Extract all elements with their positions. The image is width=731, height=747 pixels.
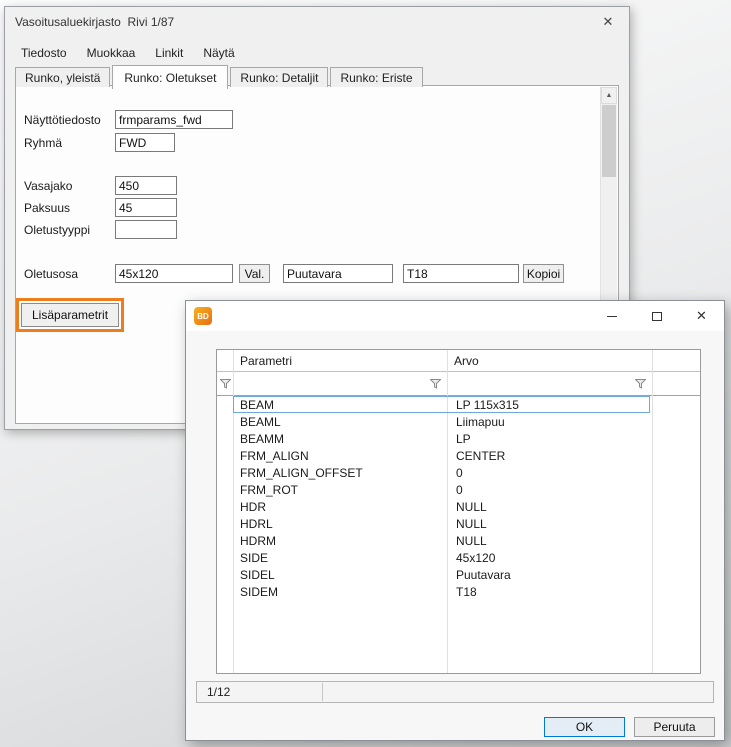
param-window: BD ✕ Parametri Arvo (185, 300, 725, 741)
value-cell: NULL (447, 500, 652, 514)
cancel-button[interactable]: Peruuta (634, 717, 715, 737)
col-header-parametri[interactable]: Parametri (233, 354, 447, 368)
grade-input[interactable] (403, 264, 519, 283)
oletusosa-input[interactable] (115, 264, 233, 283)
window-controls: ✕ (589, 301, 724, 331)
param-cell: SIDEL (233, 568, 447, 582)
table-row[interactable]: SIDE 45x120 (217, 549, 700, 566)
param-cell: BEAML (233, 415, 447, 429)
param-cell: HDR (233, 500, 447, 514)
param-cell: HDRM (233, 534, 447, 548)
filter-icon[interactable] (233, 379, 447, 389)
param-cell: HDRL (233, 517, 447, 531)
value-cell: CENTER (447, 449, 652, 463)
scroll-up-icon[interactable]: ▲ (601, 87, 617, 104)
tab-runko-yleista[interactable]: Runko, yleistä (15, 67, 110, 87)
menu-tiedosto[interactable]: Tiedosto (11, 41, 77, 65)
menu-muokkaa[interactable]: Muokkaa (77, 41, 146, 65)
tab-runko-detaljit[interactable]: Runko: Detaljit (230, 67, 328, 87)
value-cell: NULL (447, 534, 652, 548)
value-cell: Liimapuu (447, 415, 652, 429)
val-button[interactable]: Val. (239, 264, 270, 283)
vasajako-label: Vasajako (24, 176, 72, 196)
filter-icon[interactable] (217, 379, 233, 389)
filter-row (217, 372, 700, 396)
oletustyyppi-label: Oletustyyppi (24, 220, 90, 240)
tab-runko-eriste[interactable]: Runko: Eriste (330, 67, 422, 87)
col-header-arvo[interactable]: Arvo (447, 354, 652, 368)
value-cell: 0 (447, 483, 652, 497)
material-input[interactable] (283, 264, 393, 283)
ok-button[interactable]: OK (544, 717, 625, 737)
value-cell: Puutavara (447, 568, 652, 582)
value-cell: LP 115x315 (447, 398, 652, 412)
table-row[interactable]: FRM_ALIGN CENTER (217, 447, 700, 464)
value-cell: T18 (447, 585, 652, 599)
ryhma-label: Ryhmä (24, 133, 62, 153)
row-count: 1/12 (197, 685, 230, 699)
menubar: Tiedosto Muokkaa Linkit Näytä (11, 41, 245, 65)
menu-linkit[interactable]: Linkit (145, 41, 193, 65)
nayttotiedosto-label: Näyttötiedosto (24, 110, 101, 130)
oletustyyppi-input[interactable] (115, 220, 177, 239)
param-cell: SIDEM (233, 585, 447, 599)
table-row[interactable]: SIDEL Puutavara (217, 566, 700, 583)
paksuus-input[interactable] (115, 198, 177, 217)
value-cell: 45x120 (447, 551, 652, 565)
highlight-box: Lisäparametrit (16, 298, 124, 332)
table-row[interactable]: HDR NULL (217, 498, 700, 515)
oletusosa-label: Oletusosa (24, 264, 78, 284)
filter-icon[interactable] (447, 379, 652, 389)
main-titlebar: Vasoitusaluekirjasto Rivi 1/87 (5, 7, 629, 37)
param-cell: FRM_ALIGN_OFFSET (233, 466, 447, 480)
maximize-icon[interactable] (634, 301, 679, 331)
minimize-icon[interactable] (589, 301, 634, 331)
app-icon-bd: BD (194, 307, 212, 325)
vasajako-input[interactable] (115, 176, 177, 195)
status-bar: 1/12 (196, 681, 714, 703)
tabstrip: Runko, yleistä Runko: Oletukset Runko: D… (15, 65, 425, 87)
close-icon[interactable]: ✕ (679, 301, 724, 331)
param-table-rows: BEAM LP 115x315 BEAML Liimapuu BEAMM LP … (217, 396, 700, 600)
value-cell: 0 (447, 466, 652, 480)
ryhma-input[interactable] (115, 133, 175, 152)
table-row[interactable]: HDRM NULL (217, 532, 700, 549)
status-divider (322, 683, 323, 701)
table-header: Parametri Arvo (217, 350, 700, 372)
table-row[interactable]: BEAML Liimapuu (217, 413, 700, 430)
param-cell: BEAM (233, 398, 447, 412)
table-row[interactable]: BEAMM LP (217, 430, 700, 447)
value-cell: LP (447, 432, 652, 446)
tab-runko-oletukset[interactable]: Runko: Oletukset (112, 65, 228, 89)
table-row[interactable]: HDRL NULL (217, 515, 700, 532)
table-row[interactable]: BEAM LP 115x315 (217, 396, 700, 413)
paksuus-label: Paksuus (24, 198, 70, 218)
kopioi-button[interactable]: Kopioi (523, 264, 564, 283)
value-cell: NULL (447, 517, 652, 531)
table-row[interactable]: FRM_ROT 0 (217, 481, 700, 498)
nayttotiedosto-input[interactable] (115, 110, 233, 129)
close-icon[interactable]: ✕ (587, 7, 629, 37)
lisaparametrit-button[interactable]: Lisäparametrit (21, 303, 119, 327)
param-cell: FRM_ALIGN (233, 449, 447, 463)
parameter-table: Parametri Arvo BEAM LP 115x315 BEAML Lii… (216, 349, 701, 674)
param-cell: SIDE (233, 551, 447, 565)
menu-nayta[interactable]: Näytä (193, 41, 244, 65)
table-row[interactable]: SIDEM T18 (217, 583, 700, 600)
table-row[interactable]: FRM_ALIGN_OFFSET 0 (217, 464, 700, 481)
param-cell: BEAMM (233, 432, 447, 446)
window-title: Vasoitusaluekirjasto Rivi 1/87 (15, 15, 174, 29)
param-cell: FRM_ROT (233, 483, 447, 497)
scrollbar-thumb[interactable] (602, 105, 616, 177)
